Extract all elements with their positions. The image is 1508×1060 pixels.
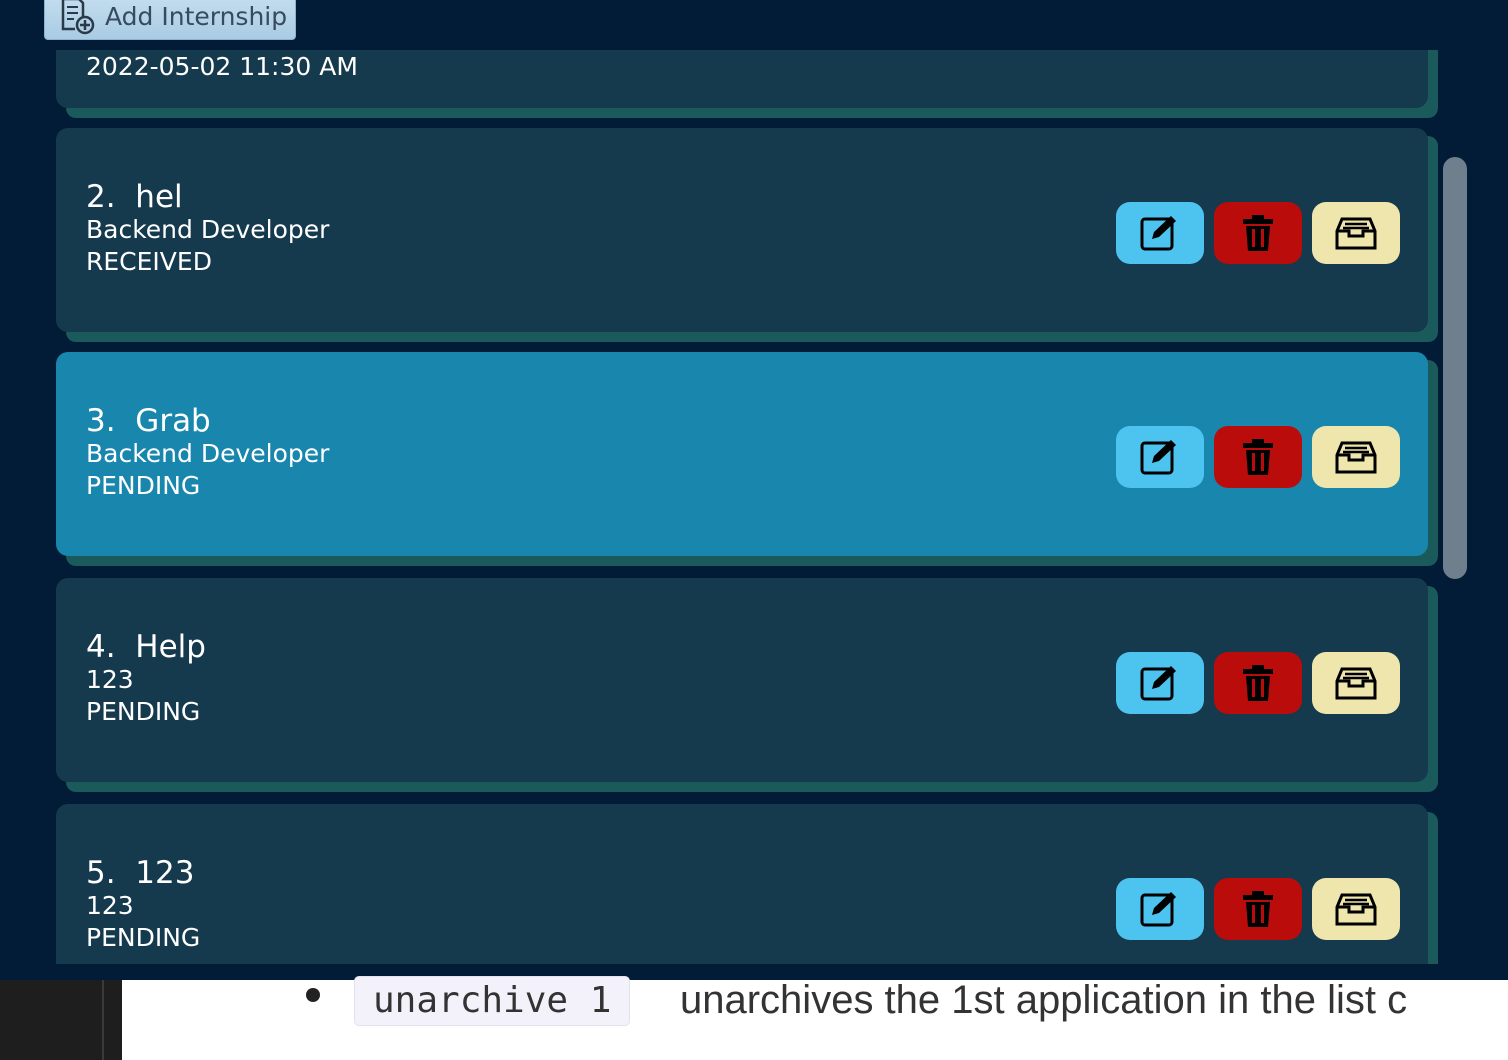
add-internship-label: Add Internship bbox=[105, 1, 288, 31]
list-bullet bbox=[306, 988, 320, 1002]
gutter-divider bbox=[102, 980, 104, 1060]
list-item[interactable]: 2022-05-02 11:30 AM bbox=[56, 50, 1438, 118]
list-item[interactable]: 4. Help 123 PENDING bbox=[56, 578, 1438, 792]
internship-card[interactable]: 5. 123 123 PENDING bbox=[56, 804, 1428, 964]
card-status: PENDING bbox=[86, 697, 201, 726]
list-item[interactable]: 3. Grab Backend Developer PENDING bbox=[56, 352, 1438, 566]
archive-button[interactable] bbox=[1312, 426, 1400, 488]
edit-icon bbox=[1140, 440, 1176, 475]
add-document-icon bbox=[61, 0, 95, 35]
archive-icon bbox=[1335, 667, 1377, 700]
card-role: 123 bbox=[86, 891, 134, 920]
card-title: 2. hel bbox=[86, 180, 329, 214]
documentation-page: unarchive 1 unarchives the 1st applicati… bbox=[0, 976, 1508, 1060]
delete-button[interactable] bbox=[1214, 202, 1302, 264]
archive-icon bbox=[1335, 441, 1377, 474]
card-company: Help bbox=[135, 629, 206, 665]
list-item[interactable]: 2. hel Backend Developer RECEIVED bbox=[56, 128, 1438, 342]
card-index: 2. bbox=[86, 179, 116, 215]
archive-button[interactable] bbox=[1312, 652, 1400, 714]
archive-button[interactable] bbox=[1312, 878, 1400, 940]
card-title: 3. Grab bbox=[86, 404, 329, 438]
card-status: RECEIVED bbox=[86, 247, 212, 276]
internship-card[interactable]: 4. Help 123 PENDING bbox=[56, 578, 1428, 782]
delete-button[interactable] bbox=[1214, 878, 1302, 940]
card-title: 5. 123 bbox=[86, 856, 200, 890]
card-role: Backend Developer bbox=[86, 439, 330, 468]
edit-icon bbox=[1140, 216, 1176, 251]
edit-button[interactable] bbox=[1116, 878, 1204, 940]
card-company: Grab bbox=[135, 403, 211, 439]
internship-list: 2022-05-02 11:30 AM 2. hel Backend Devel… bbox=[56, 50, 1438, 964]
trash-icon bbox=[1243, 665, 1273, 701]
internship-card-selected[interactable]: 3. Grab Backend Developer PENDING bbox=[56, 352, 1428, 556]
card-title: 4. Help bbox=[86, 630, 206, 664]
card-actions bbox=[1116, 426, 1400, 488]
card-date: 2022-05-02 11:30 AM bbox=[86, 52, 358, 81]
card-index: 4. bbox=[86, 629, 116, 665]
inline-code: unarchive 1 bbox=[354, 976, 631, 1026]
delete-button[interactable] bbox=[1214, 652, 1302, 714]
archive-icon bbox=[1335, 217, 1377, 250]
card-actions bbox=[1116, 652, 1400, 714]
card-actions bbox=[1116, 878, 1400, 940]
edit-icon bbox=[1140, 892, 1176, 927]
app-window: 2022-05-02 11:30 AM 2. hel Backend Devel… bbox=[0, 0, 1508, 980]
card-index: 5. bbox=[86, 855, 116, 891]
edit-button[interactable] bbox=[1116, 426, 1204, 488]
list-item[interactable]: 5. 123 123 PENDING bbox=[56, 804, 1438, 964]
delete-button[interactable] bbox=[1214, 426, 1302, 488]
edit-button[interactable] bbox=[1116, 652, 1204, 714]
list-scrollbar[interactable] bbox=[1443, 157, 1467, 579]
card-index: 3. bbox=[86, 403, 116, 439]
internship-card[interactable]: 2022-05-02 11:30 AM bbox=[56, 50, 1428, 108]
card-company: hel bbox=[135, 179, 183, 215]
edit-button[interactable] bbox=[1116, 202, 1204, 264]
doc-text: unarchives the 1st application in the li… bbox=[680, 978, 1408, 1022]
card-actions bbox=[1116, 202, 1400, 264]
add-internship-button[interactable]: Add Internship bbox=[44, 0, 296, 40]
editor-gutter bbox=[0, 980, 122, 1060]
card-role: 123 bbox=[86, 665, 134, 694]
archive-button[interactable] bbox=[1312, 202, 1400, 264]
trash-icon bbox=[1243, 891, 1273, 927]
edit-icon bbox=[1140, 666, 1176, 701]
card-role: Backend Developer bbox=[86, 215, 330, 244]
trash-icon bbox=[1243, 439, 1273, 475]
archive-icon bbox=[1335, 893, 1377, 926]
card-status: PENDING bbox=[86, 923, 201, 952]
trash-icon bbox=[1243, 215, 1273, 251]
card-company: 123 bbox=[135, 855, 195, 891]
internship-card[interactable]: 2. hel Backend Developer RECEIVED bbox=[56, 128, 1428, 332]
card-status: PENDING bbox=[86, 471, 201, 500]
